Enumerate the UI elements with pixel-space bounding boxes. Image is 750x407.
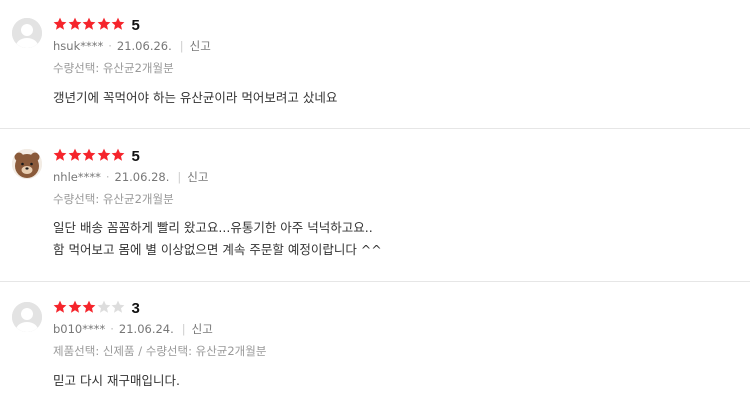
review-meta: hsuk**** · 21.06.26. | 신고 xyxy=(53,38,211,54)
report-link[interactable]: 신고 xyxy=(190,39,211,53)
separator-dot: · xyxy=(105,170,110,184)
report-link[interactable]: 신고 xyxy=(192,322,213,336)
review-line: 갱년기에 꼭먹어야 하는 유산균이라 먹어보려고 샀네요 xyxy=(53,90,338,105)
rating-score: 3 xyxy=(131,300,140,317)
star-filled-icon xyxy=(53,16,67,30)
star-filled-icon xyxy=(68,147,82,161)
star-empty-icon xyxy=(111,299,125,313)
rating-score: 5 xyxy=(131,17,140,34)
purchase-option: 제품선택: 신제품 / 수량선택: 유산균2개월분 xyxy=(53,344,267,358)
user-silhouette-icon xyxy=(12,302,42,332)
reviewer-id: b010**** xyxy=(53,322,106,336)
bear-icon xyxy=(12,149,42,179)
divider: | xyxy=(181,322,186,336)
star-filled-icon xyxy=(111,147,125,161)
avatar xyxy=(12,18,42,48)
reviewer-id: nhle**** xyxy=(53,170,101,184)
star-filled-icon xyxy=(82,16,96,30)
user-silhouette-icon xyxy=(12,18,42,48)
star-filled-icon xyxy=(53,147,67,161)
purchase-option: 수량선택: 유산균2개월분 xyxy=(53,61,174,75)
review-line: 믿고 다시 재구매입니다. xyxy=(53,373,180,388)
review-meta: b010**** · 21.06.24. | 신고 xyxy=(53,321,213,337)
star-empty-icon xyxy=(97,299,111,313)
review-line: 일단 배송 꼼꼼하게 빨리 왔고요...유통기한 아주 넉넉하고요.. xyxy=(53,220,373,235)
review-item: 5 hsuk**** · 21.06.26. | 신고 수량선택: 유산균2개월분 갱년… xyxy=(0,0,750,129)
divider: | xyxy=(179,39,184,53)
purchase-option: 수량선택: 유산균2개월분 xyxy=(53,192,174,206)
review-text: 믿고 다시 재구매입니다. xyxy=(53,370,180,392)
review-line: 함 먹어보고 몸에 별 이상없으면 계속 주문할 예정이랍니다 ^^ xyxy=(53,242,382,257)
rating-stars: 5 xyxy=(53,16,140,35)
review-date: 21.06.24. xyxy=(118,322,174,336)
star-filled-icon xyxy=(82,147,96,161)
separator-dot: · xyxy=(110,322,114,336)
review-text: 갱년기에 꼭먹어야 하는 유산균이라 먹어보려고 샀네요 xyxy=(53,87,337,109)
star-filled-icon xyxy=(68,299,82,313)
star-icons xyxy=(53,16,126,35)
star-filled-icon xyxy=(97,147,111,161)
avatar xyxy=(12,149,42,179)
avatar xyxy=(12,302,42,332)
report-link[interactable]: 신고 xyxy=(187,170,208,184)
star-filled-icon xyxy=(53,299,67,313)
separator-dot: · xyxy=(108,39,112,53)
star-icons xyxy=(53,147,126,166)
star-filled-icon xyxy=(97,16,111,30)
star-icons xyxy=(53,299,126,318)
rating-stars: 3 xyxy=(53,299,140,318)
star-filled-icon xyxy=(68,16,82,30)
rating-score: 5 xyxy=(131,148,140,165)
rating-stars: 5 xyxy=(53,147,140,166)
divider: | xyxy=(177,170,182,184)
review-date: 21.06.26. xyxy=(116,39,172,53)
review-date: 21.06.28. xyxy=(114,170,170,184)
star-filled-icon xyxy=(111,16,125,30)
review-text: 일단 배송 꼼꼼하게 빨리 왔고요...유통기한 아주 넉넉하고요.. 함 먹어… xyxy=(53,217,382,261)
reviewer-id: hsuk**** xyxy=(53,39,104,53)
review-meta: nhle**** · 21.06.28. | 신고 xyxy=(53,169,208,185)
review-item: 3 b010**** · 21.06.24. | 신고 제품선택: 신제품 / 수량선택… xyxy=(0,282,750,407)
review-item: 5 nhle**** · 21.06.28. | 신고 수량선택: 유산균2개월분 일단… xyxy=(0,129,750,282)
star-filled-icon xyxy=(82,299,96,313)
